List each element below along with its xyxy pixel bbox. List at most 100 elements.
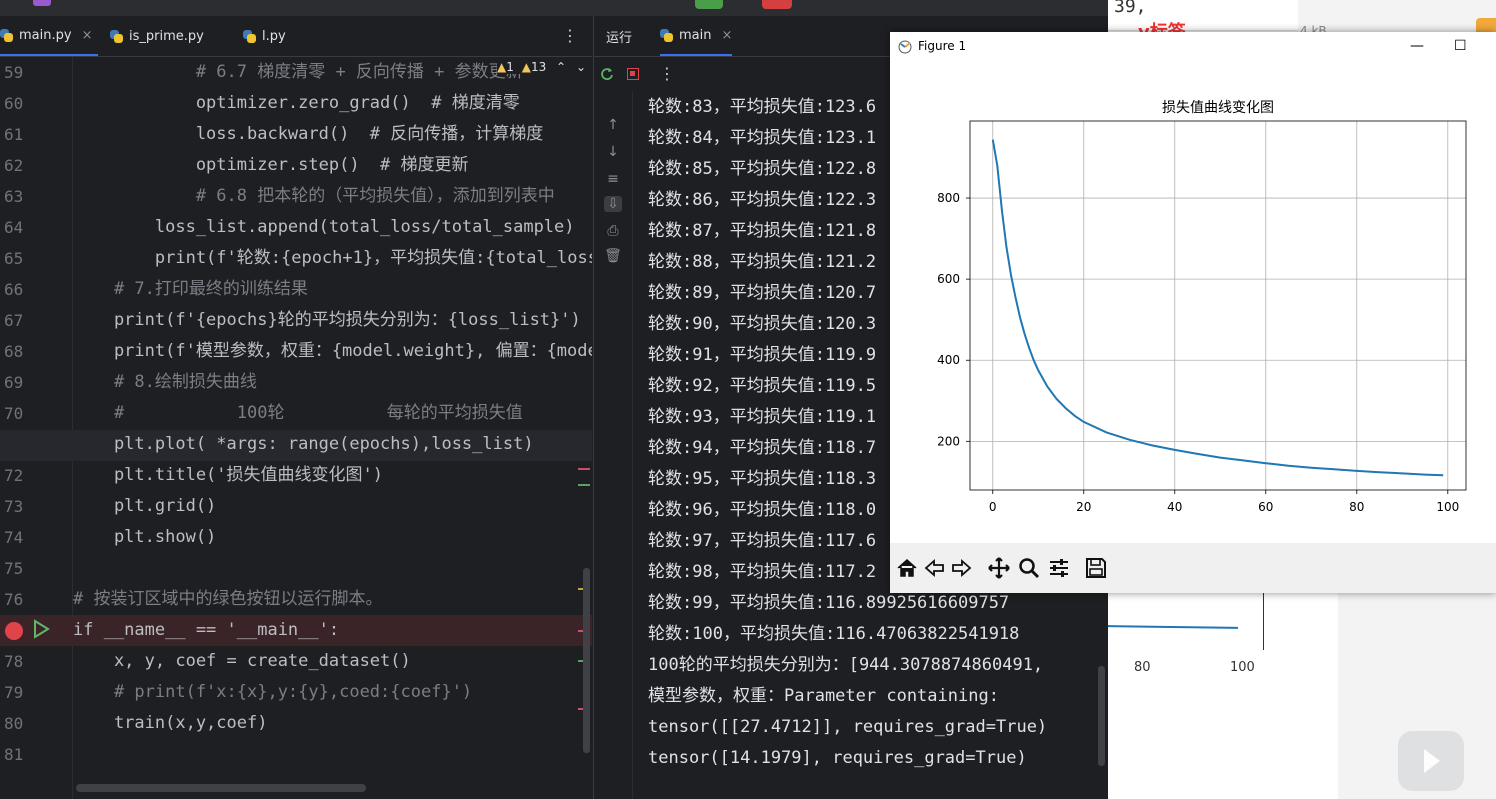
line-number: 72 — [4, 466, 24, 485]
line-number: 66 — [4, 280, 24, 299]
code-line[interactable]: # 7.打印最终的训练结果 — [73, 274, 308, 305]
maximize-button[interactable]: ☐ — [1454, 38, 1467, 54]
error-icon: ▲ — [497, 60, 507, 74]
code-line[interactable]: print(f'{epochs}轮的平均损失分别为：{loss_list}') — [73, 305, 581, 336]
scroll-up-icon[interactable]: ↑ — [604, 117, 622, 133]
soft-wrap-icon[interactable]: ≡ — [604, 171, 622, 187]
line-number: 76 — [4, 590, 24, 609]
code-line[interactable]: # 按装订区域中的绿色按钮以运行脚本。 — [73, 584, 382, 615]
line-number: 81 — [4, 745, 24, 764]
background-chart-axis — [1263, 592, 1264, 650]
code-editor: main.py × is_prime.py l.py ⋮ 59 60 61 62 63 6… — [0, 16, 592, 799]
zoom-icon[interactable] — [1018, 557, 1040, 579]
more-actions-icon[interactable]: ⋮ — [659, 64, 675, 83]
line-gutter: 5960616263646566676869707172737475767778… — [0, 57, 73, 799]
code-line[interactable]: print(f'轮数:{epoch+1}，平均损失值:{total_loss/t… — [73, 243, 592, 274]
scroll-marker — [578, 468, 590, 470]
code-line[interactable]: x, y, coef = create_dataset() — [73, 646, 411, 677]
tab-is-prime-py[interactable]: is_prime.py — [110, 16, 204, 56]
code-line[interactable]: train(x,y,coef) — [73, 708, 268, 739]
warning-count: 13 — [530, 60, 547, 74]
console-line: 轮数:98，平均损失值:117.2 — [648, 562, 877, 582]
code-line[interactable]: optimizer.step() # 梯度更新 — [73, 150, 469, 181]
scroll-to-end-icon[interactable]: ⇩ — [604, 196, 622, 212]
tab-run-main[interactable]: main × — [660, 16, 733, 56]
code-line[interactable]: plt.plot( *args: range(epochs),loss_list… — [73, 429, 534, 460]
inspection-widget[interactable]: ▲1 ▲13 ⌃ ⌄ — [497, 60, 586, 74]
background-text: 39, — [1114, 0, 1147, 17]
stop-icon[interactable] — [627, 68, 639, 80]
run-tool-title: 运行 — [606, 16, 632, 56]
next-highlight-icon[interactable]: ⌄ — [576, 60, 586, 74]
breakpoint-icon[interactable] — [5, 622, 23, 640]
code-line[interactable]: # 100轮 每轮的平均损失值 — [73, 398, 523, 429]
x-tick-label: 20 — [1076, 500, 1091, 514]
console-line: 轮数:85，平均损失值:122.8 — [648, 159, 877, 179]
plot-background — [970, 121, 1466, 490]
close-tab-icon[interactable]: × — [82, 28, 93, 43]
console-line: 轮数:95，平均损失值:118.3 — [648, 469, 877, 489]
plot-canvas[interactable]: 0 20 40 60 80 100 200 400 600 800 损失值曲线变化图 — [890, 62, 1496, 543]
tab-main-py[interactable]: main.py × — [0, 16, 99, 56]
console-line: 轮数:90，平均损失值:120.3 — [648, 314, 877, 334]
line-number: 75 — [4, 559, 24, 578]
figure-titlebar[interactable]: Figure 1 — ☐ — [890, 32, 1496, 62]
stop-button[interactable] — [762, 0, 792, 9]
code-line[interactable]: # 6.8 把本轮的（平均损失值），添加到列表中 — [73, 181, 555, 212]
console-line: 轮数:88，平均损失值:121.2 — [648, 252, 877, 272]
tab-l-py[interactable]: l.py — [243, 16, 286, 56]
configure-icon[interactable] — [1048, 557, 1070, 579]
forward-icon[interactable] — [950, 557, 972, 579]
back-icon[interactable] — [924, 557, 946, 579]
line-number: 78 — [4, 652, 24, 671]
rerun-icon[interactable] — [600, 67, 614, 81]
matplotlib-figure-window: Figure 1 — ☐ 0 20 40 60 80 100 200 400 600 800 损失值… — [890, 32, 1496, 593]
minimize-button[interactable]: — — [1410, 38, 1424, 54]
code-line[interactable]: plt.title('损失值曲线变化图') — [73, 460, 383, 491]
code-line[interactable]: plt.show() — [73, 522, 216, 553]
python-file-icon — [110, 29, 123, 43]
code-area[interactable]: # 6.7 梯度清零 + 反向传播 + 参数更新 optimizer.zero_… — [73, 57, 592, 799]
close-tab-icon[interactable]: × — [721, 28, 732, 43]
video-play-button[interactable] — [1398, 731, 1464, 791]
save-icon[interactable] — [1085, 557, 1107, 579]
console-scrollbar[interactable] — [1098, 666, 1105, 766]
line-number: 62 — [4, 156, 24, 175]
print-icon[interactable]: ⎙ — [604, 223, 622, 239]
code-line[interactable]: # 6.7 梯度清零 + 反向传播 + 参数更新 — [73, 57, 523, 88]
run-gutter-icon[interactable] — [31, 619, 51, 639]
scroll-down-icon[interactable]: ↓ — [604, 144, 622, 160]
code-line[interactable]: optimizer.zero_grad() # 梯度清零 — [73, 88, 520, 119]
editor-horizontal-scrollbar[interactable] — [76, 784, 366, 792]
error-count: 1 — [506, 60, 514, 74]
y-tick-label: 800 — [937, 191, 960, 205]
more-tabs-icon[interactable]: ⋮ — [562, 26, 578, 45]
code-line[interactable]: print(f'模型参数，权重：{model.weight}, 偏置：{mode… — [73, 336, 592, 367]
console-line: tensor([[27.4712]], requires_grad=True) — [648, 717, 1048, 737]
console-line: 轮数:97，平均损失值:117.6 — [648, 531, 877, 551]
console-line: 轮数:86，平均损失值:122.3 — [648, 190, 877, 210]
x-tick-label: 60 — [1258, 500, 1273, 514]
code-line[interactable]: plt.grid() — [73, 491, 216, 522]
tab-label: l.py — [262, 28, 286, 44]
prev-highlight-icon[interactable]: ⌃ — [556, 60, 566, 74]
editor-vertical-scrollbar[interactable] — [583, 568, 590, 753]
console-line: 轮数:89，平均损失值:120.7 — [648, 283, 877, 303]
run-side-toolbar: ↑ ↓ ≡ ⇩ ⎙ 🗑 — [594, 91, 633, 799]
run-button[interactable] — [695, 0, 723, 9]
clear-all-icon[interactable]: 🗑 — [604, 248, 622, 264]
console-line: 模型参数，权重：Parameter containing: — [648, 686, 999, 706]
code-line[interactable]: if __name__ == '__main__': — [73, 615, 339, 646]
code-line[interactable]: # print(f'x:{x},y:{y},coed:{coef}') — [73, 677, 472, 708]
loss-chart[interactable]: 0 20 40 60 80 100 200 400 600 800 损失值曲线变化图 — [890, 62, 1496, 543]
ide-logo-icon[interactable] — [33, 0, 51, 6]
code-line[interactable]: loss.backward() # 反向传播，计算梯度 — [73, 119, 543, 150]
line-number: 73 — [4, 497, 24, 516]
pan-icon[interactable] — [988, 557, 1010, 579]
code-line[interactable]: loss_list.append(total_loss/total_sample… — [73, 212, 575, 243]
home-icon[interactable] — [896, 557, 918, 579]
x-tick-label: 40 — [1167, 500, 1182, 514]
line-number: 69 — [4, 373, 24, 392]
python-file-icon — [0, 28, 13, 42]
code-line[interactable]: # 8.绘制损失曲线 — [73, 367, 257, 398]
